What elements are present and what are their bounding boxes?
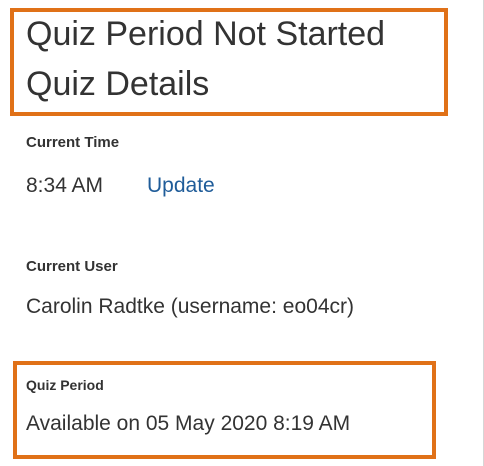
current-user-value: Carolin Radtke (username: eo04cr) xyxy=(26,295,354,318)
current-time-label: Current Time xyxy=(26,134,120,151)
quiz-status-title: Quiz Period Not Started xyxy=(26,15,386,53)
quiz-details-heading: Quiz Details xyxy=(26,65,210,103)
quiz-period-highlight-box xyxy=(13,361,436,459)
current-time-value: 8:34 AM xyxy=(26,174,104,197)
update-time-link[interactable]: Update xyxy=(147,174,215,198)
current-user-label: Current User xyxy=(26,258,118,275)
quiz-period-value: Available on 05 May 2020 8:19 AM xyxy=(26,412,351,435)
quiz-period-label: Quiz Period xyxy=(26,377,104,393)
